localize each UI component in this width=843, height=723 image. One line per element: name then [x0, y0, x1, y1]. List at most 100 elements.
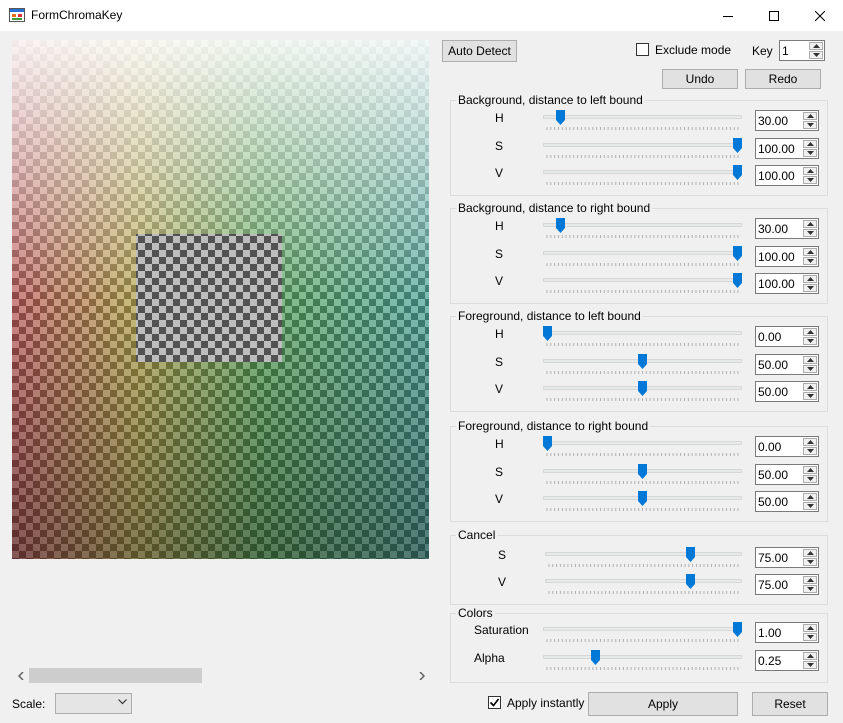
- slider-track[interactable]: [543, 115, 742, 119]
- scroll-right-button[interactable]: [413, 667, 430, 684]
- close-button[interactable]: [797, 0, 843, 31]
- scroll-left-button[interactable]: [12, 667, 29, 684]
- value-stepper[interactable]: 30.00: [755, 110, 819, 131]
- slider-thumb[interactable]: [556, 218, 566, 233]
- slider-ticks: [546, 182, 739, 185]
- slider-thumb[interactable]: [638, 354, 647, 369]
- value-stepper[interactable]: 50.00: [755, 354, 819, 375]
- minimize-button[interactable]: [705, 0, 751, 31]
- stepper-down-button[interactable]: [803, 558, 817, 566]
- stepper-up-button[interactable]: [803, 438, 817, 446]
- value-stepper[interactable]: 75.00: [755, 547, 819, 568]
- canvas-horizontal-scrollbar[interactable]: [12, 667, 430, 684]
- scale-dropdown[interactable]: [55, 693, 132, 714]
- stepper-up-button[interactable]: [803, 328, 817, 336]
- scroll-thumb[interactable]: [29, 668, 202, 683]
- stepper-down-button[interactable]: [803, 661, 817, 669]
- slider-track[interactable]: [543, 251, 742, 255]
- apply-instantly-checkbox[interactable]: [488, 696, 501, 709]
- stepper-down-button[interactable]: [803, 121, 817, 129]
- stepper-up-button[interactable]: [803, 220, 817, 228]
- stepper-up-button[interactable]: [803, 652, 817, 660]
- value-stepper[interactable]: 100.00: [755, 138, 819, 159]
- reset-button[interactable]: Reset: [752, 692, 828, 716]
- slider-track[interactable]: [545, 579, 742, 583]
- stepper-down-button[interactable]: [803, 447, 817, 455]
- value-stepper[interactable]: 100.00: [755, 273, 819, 294]
- stepper-down-button[interactable]: [803, 176, 817, 184]
- stepper-down-button[interactable]: [803, 284, 817, 292]
- stepper-up-button[interactable]: [803, 383, 817, 391]
- value-stepper[interactable]: 0.25: [755, 650, 819, 671]
- stepper-down-button[interactable]: [803, 365, 817, 373]
- slider-thumb[interactable]: [686, 547, 695, 562]
- stepper-down-button[interactable]: [803, 257, 817, 265]
- stepper-up-button[interactable]: [803, 112, 817, 120]
- redo-button[interactable]: Redo: [745, 69, 821, 89]
- value-stepper[interactable]: 50.00: [755, 491, 819, 512]
- slider-track[interactable]: [543, 331, 742, 335]
- slider-track[interactable]: [543, 441, 742, 445]
- stepper-down-button[interactable]: [803, 633, 817, 641]
- value-stepper[interactable]: 0.00: [755, 326, 819, 347]
- value-stepper[interactable]: 1.00: [755, 622, 819, 643]
- stepper-down-button[interactable]: [803, 392, 817, 400]
- value-stepper[interactable]: 75.00: [755, 574, 819, 595]
- slider-thumb[interactable]: [733, 622, 742, 637]
- stepper-down-button[interactable]: [803, 229, 817, 237]
- slider-thumb[interactable]: [543, 326, 552, 341]
- slider-thumb[interactable]: [590, 650, 600, 665]
- stepper-up-button[interactable]: [803, 576, 817, 584]
- value-stepper[interactable]: 100.00: [755, 246, 819, 267]
- slider-track[interactable]: [543, 655, 742, 659]
- slider-track[interactable]: [543, 627, 742, 631]
- stepper-up-button[interactable]: [803, 493, 817, 501]
- slider-thumb[interactable]: [686, 574, 695, 589]
- slider-thumb[interactable]: [638, 464, 647, 479]
- key-stepper[interactable]: 1: [779, 40, 825, 61]
- value-stepper[interactable]: 50.00: [755, 381, 819, 402]
- stepper-up-button[interactable]: [803, 167, 817, 175]
- apply-button[interactable]: Apply: [588, 692, 738, 716]
- stepper-down-button[interactable]: [803, 585, 817, 593]
- preview-canvas[interactable]: [12, 40, 429, 559]
- value-stepper[interactable]: 30.00: [755, 218, 819, 239]
- stepper-down-button[interactable]: [803, 475, 817, 483]
- slider-ticks: [546, 127, 739, 130]
- exclude-mode-checkbox[interactable]: [636, 43, 649, 56]
- slider-track[interactable]: [543, 143, 742, 147]
- slider-thumb[interactable]: [733, 273, 742, 288]
- slider-thumb[interactable]: [733, 246, 742, 261]
- stepper-up-button[interactable]: [803, 140, 817, 148]
- auto-detect-button[interactable]: Auto Detect: [442, 40, 517, 62]
- value-stepper[interactable]: 0.00: [755, 436, 819, 457]
- stepper-up-button[interactable]: [803, 356, 817, 364]
- slider-ticks: [546, 235, 739, 238]
- stepper-up-button[interactable]: [803, 549, 817, 557]
- stepper-value: 100.00: [758, 250, 795, 264]
- slider-thumb[interactable]: [556, 110, 566, 125]
- stepper-up-button[interactable]: [803, 466, 817, 474]
- stepper-down-button[interactable]: [803, 149, 817, 157]
- stepper-up-button[interactable]: [803, 248, 817, 256]
- stepper-up-button[interactable]: [803, 275, 817, 283]
- slider-track[interactable]: [543, 223, 742, 227]
- chevron-up-icon: [806, 114, 814, 118]
- slider-thumb[interactable]: [733, 165, 742, 180]
- slider-thumb[interactable]: [638, 381, 647, 396]
- stepper-up-button[interactable]: [803, 624, 817, 632]
- slider-track[interactable]: [543, 170, 742, 174]
- value-stepper[interactable]: 100.00: [755, 165, 819, 186]
- value-stepper[interactable]: 50.00: [755, 464, 819, 485]
- stepper-down-button[interactable]: [803, 337, 817, 345]
- stepper-down-button[interactable]: [803, 502, 817, 510]
- slider-track[interactable]: [543, 278, 742, 282]
- key-down-button[interactable]: [809, 51, 823, 59]
- slider-thumb[interactable]: [638, 491, 647, 506]
- slider-thumb[interactable]: [543, 436, 552, 451]
- key-up-button[interactable]: [809, 42, 823, 50]
- maximize-button[interactable]: [751, 0, 797, 31]
- slider-thumb[interactable]: [733, 138, 742, 153]
- slider-track[interactable]: [545, 552, 742, 556]
- undo-button[interactable]: Undo: [662, 69, 738, 89]
